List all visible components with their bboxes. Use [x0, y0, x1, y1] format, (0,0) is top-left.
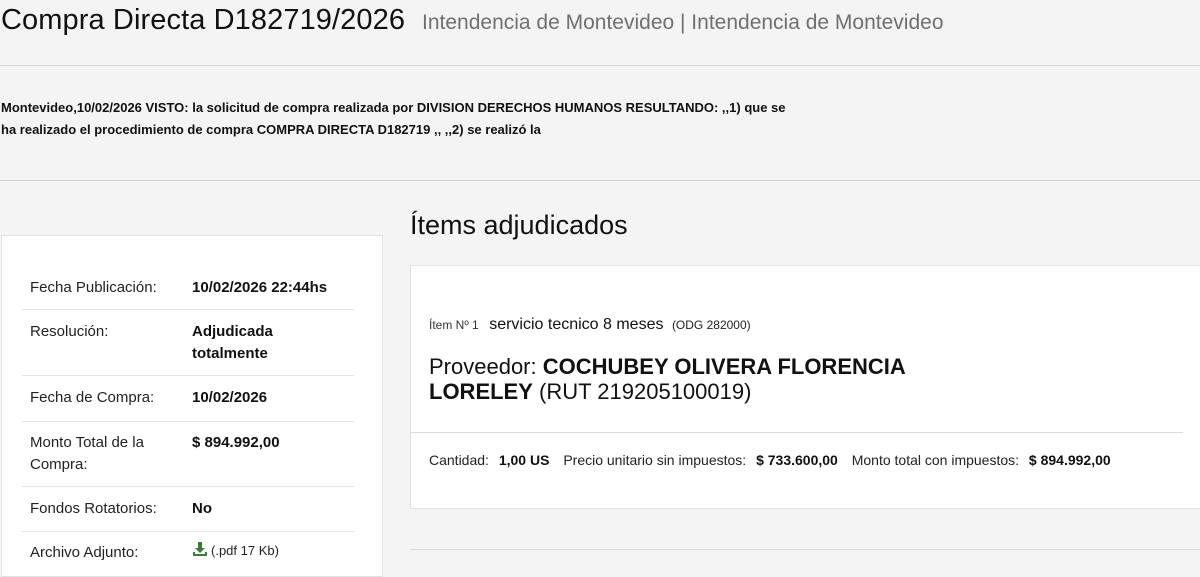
precio-label: Precio unitario sin impuestos: [563, 452, 747, 468]
info-card: Fecha Publicación: 10/02/2026 22:44hs Re… [1, 235, 383, 577]
download-icon[interactable] [192, 541, 208, 557]
item-number: Ítem Nº 1 [429, 318, 479, 332]
cantidad-label: Cantidad: [429, 452, 489, 468]
item-divider [411, 432, 1183, 433]
page-subtitle: Intendencia de Montevideo | Intendencia … [422, 11, 944, 34]
info-row-monto-total: Monto Total de la Compra: $ 894.992,00 [22, 422, 354, 487]
monto-value: $ 894.992,00 [1028, 452, 1111, 468]
intro-section: Montevideo,10/02/2026 VISTO: la solicitu… [0, 66, 1200, 181]
cantidad-value: 1,00 US [498, 452, 550, 468]
attachment-link[interactable]: (.pdf 17 Kb) [211, 543, 279, 558]
info-label: Archivo Adjunto: [30, 544, 139, 561]
info-value: No [192, 500, 212, 517]
item-header: Ítem Nº 1 servicio tecnico 8 meses (ODG … [429, 316, 751, 334]
intro-text: Montevideo,10/02/2026 VISTO: la solicitu… [1, 100, 786, 137]
provider-rut: (RUT 219205100019) [539, 379, 752, 404]
info-value: 10/02/2026 22:44hs [192, 279, 328, 296]
info-label: Monto Total de la Compra: [30, 434, 144, 473]
provider-label: Proveedor: [429, 354, 537, 379]
item-description: servicio tecnico 8 meses [489, 316, 664, 333]
page-title: Compra Directa D182719/2026 [1, 4, 406, 36]
precio-value: $ 733.600,00 [756, 452, 838, 468]
info-row-resolucion: Resolución: Adjudicada totalmente [22, 310, 354, 376]
item-totals: Cantidad: 1,00 US Precio unitario sin im… [429, 452, 1121, 468]
info-value: Adjudicada totalmente [192, 323, 273, 362]
info-row-fecha-publicacion: Fecha Publicación: 10/02/2026 22:44hs [22, 265, 354, 310]
items-section-title: Ítems adjudicados [410, 210, 628, 240]
page-header: Compra Directa D182719/2026 Intendencia … [0, 0, 1200, 66]
info-row-archivo-adjunto: Archivo Adjunto: (.pdf 17 Kb) [22, 532, 354, 576]
divider [410, 549, 1200, 550]
item-card: Ítem Nº 1 servicio tecnico 8 meses (ODG … [410, 265, 1200, 509]
info-label: Fecha de Compra: [30, 389, 155, 406]
info-label: Resolución: [30, 323, 109, 340]
info-label: Fondos Rotatorios: [30, 500, 157, 517]
info-value: 10/02/2026 [192, 389, 268, 406]
info-value: $ 894.992,00 [192, 434, 280, 451]
monto-label: Monto total con impuestos: [851, 452, 1020, 468]
info-row-fecha-compra: Fecha de Compra: 10/02/2026 [22, 376, 354, 422]
item-odg: (ODG 282000) [671, 318, 751, 332]
info-row-fondos-rotatorios: Fondos Rotatorios: No [22, 487, 354, 532]
info-label: Fecha Publicación: [30, 279, 157, 296]
attachment-link-container: (.pdf 17 Kb) [192, 540, 342, 562]
provider: Proveedor: COCHUBEY OLIVERA FLORENCIA LO… [429, 354, 949, 404]
